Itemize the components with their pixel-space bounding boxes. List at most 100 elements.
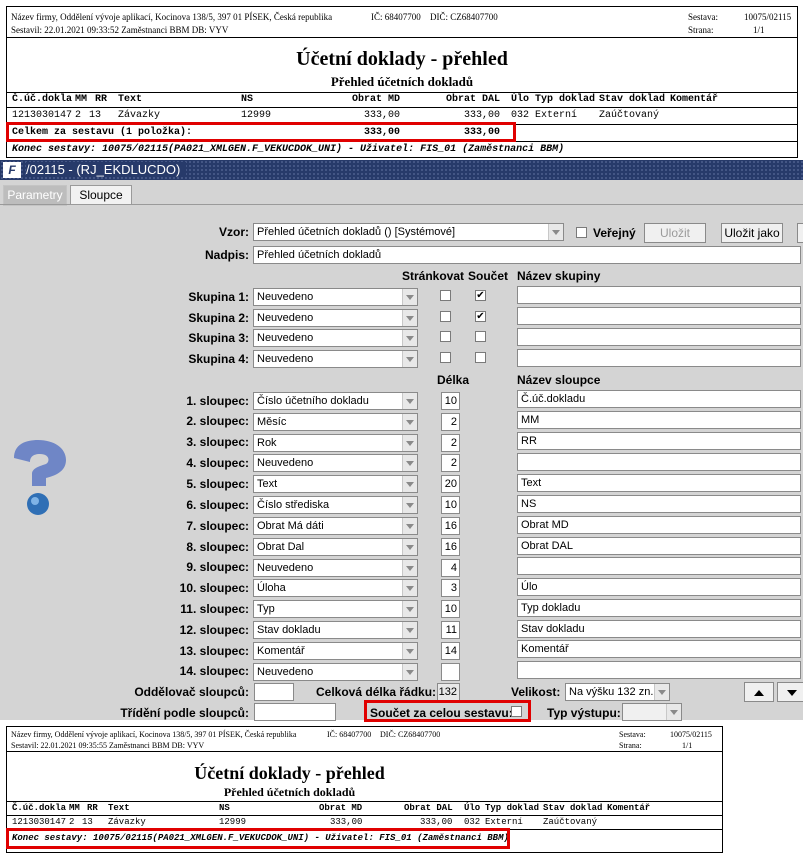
move-down-button[interactable] [777, 682, 803, 702]
form-panel: Parametry Sloupce Vzor: Přehled účetních… [0, 180, 803, 721]
column-8-length[interactable]: 16 [441, 538, 460, 556]
nazev-sloupce-header: Název sloupce [517, 373, 601, 387]
column-11-name-input[interactable]: Typ dokladu [517, 599, 801, 617]
group-4-select[interactable]: Neuvedeno [253, 350, 418, 368]
column-1-name-input[interactable]: Č.úč.dokladu [517, 390, 801, 408]
column-12-name-input[interactable]: Stav dokladu [517, 620, 801, 638]
trideni-input[interactable] [254, 703, 336, 721]
save-as-button[interactable]: Uložit jako [721, 223, 783, 243]
column-12-length[interactable]: 11 [441, 621, 460, 639]
column-6-name-input[interactable]: NS [517, 495, 801, 513]
column-9-length[interactable]: 4 [441, 559, 460, 577]
column-3-select[interactable]: Rok [253, 434, 418, 452]
chevron-down-icon [402, 643, 417, 659]
save-button[interactable]: Uložit [644, 223, 706, 243]
celkova-label: Celková délka řádku: [316, 685, 437, 699]
group-1-name-input[interactable] [517, 286, 801, 304]
oddelovac-label: Oddělovač sloupců: [134, 685, 249, 699]
column-6-length[interactable]: 10 [441, 496, 460, 514]
column-14-select[interactable]: Neuvedeno [253, 663, 418, 681]
chevron-down-icon [402, 393, 417, 409]
column-11-select[interactable]: Typ [253, 600, 418, 618]
nazev-skupiny-header: Název skupiny [517, 269, 601, 283]
report-title: Účetní doklady - přehled [296, 48, 508, 70]
oddelovac-input[interactable] [254, 683, 294, 701]
tab-parametry[interactable]: Parametry [3, 185, 67, 206]
chevron-down-icon [402, 289, 417, 305]
column-3-length[interactable]: 2 [441, 434, 460, 452]
column-3-name-input[interactable]: RR [517, 432, 801, 450]
column-14-name-input[interactable] [517, 661, 801, 679]
verejny-checkbox[interactable] [576, 227, 587, 238]
column-8-select[interactable]: Obrat Dal [253, 538, 418, 556]
group-2-select[interactable]: Neuvedeno [253, 309, 418, 327]
chevron-down-icon [402, 601, 417, 617]
move-up-button[interactable] [744, 682, 774, 702]
trideni-label: Třídění podle sloupců: [120, 706, 249, 720]
column-6-select[interactable]: Číslo střediska [253, 496, 418, 514]
column-5-select[interactable]: Text [253, 475, 418, 493]
group-4-soucet-checkbox[interactable] [475, 352, 486, 363]
column-13-length[interactable]: 14 [441, 642, 460, 660]
column-1-select[interactable]: Číslo účetního dokladu [253, 392, 418, 410]
column-10-length[interactable]: 3 [441, 579, 460, 597]
column-4-name-input[interactable] [517, 453, 801, 471]
group-1-select[interactable]: Neuvedeno [253, 288, 418, 306]
typ-vystupu-select[interactable] [622, 703, 682, 721]
group-3-soucet-checkbox[interactable] [475, 331, 486, 342]
column-9-select[interactable]: Neuvedeno [253, 559, 418, 577]
chevron-down-icon [402, 455, 417, 471]
group-2-strankovat-checkbox[interactable] [440, 311, 451, 322]
column-10-name-input[interactable]: Úlo [517, 578, 801, 596]
group-4-name-input[interactable] [517, 349, 801, 367]
group-4-strankovat-checkbox[interactable] [440, 352, 451, 363]
verejny-label: Veřejný [593, 226, 636, 240]
soucet-header: Součet [468, 269, 509, 283]
column-11-length[interactable]: 10 [441, 600, 460, 618]
column-4-length[interactable]: 2 [441, 454, 460, 472]
column-5-name-input[interactable]: Text [517, 474, 801, 492]
window-title: /02115 - (RJ_EKDLUCDO) [26, 162, 187, 177]
chevron-down-icon [402, 664, 417, 680]
column-2-select[interactable]: Měsíc [253, 413, 418, 431]
column-14-length[interactable] [441, 663, 460, 681]
column-7-name-input[interactable]: Obrat MD [517, 516, 801, 534]
group-2-soucet-checkbox[interactable]: ✔ [475, 311, 486, 322]
group-1-strankovat-checkbox[interactable] [440, 290, 451, 301]
column-8-name-input[interactable]: Obrat DAL [517, 537, 801, 555]
column-7-length[interactable]: 16 [441, 517, 460, 535]
column-2-name-input[interactable]: MM [517, 411, 801, 429]
tab-sloupce[interactable]: Sloupce [70, 185, 132, 205]
report-ic: IČ: 68407700 [371, 12, 421, 22]
group-2-name-input[interactable] [517, 307, 801, 325]
group-3-select[interactable]: Neuvedeno [253, 329, 418, 347]
group-3-strankovat-checkbox[interactable] [440, 331, 451, 342]
vzor-select[interactable]: Přehled účetních dokladů () [Systémové] [253, 223, 564, 241]
chevron-down-icon [666, 704, 681, 720]
column-9-name-input[interactable] [517, 557, 801, 575]
report-company: Název firmy, Oddělení vývoje aplikací, K… [11, 730, 297, 739]
report-sestava-label: Sestava: [619, 730, 646, 739]
group-1-soucet-checkbox[interactable]: ✔ [475, 290, 486, 301]
nadpis-input[interactable]: Přehled účetních dokladů [253, 246, 801, 264]
column-5-length[interactable]: 20 [441, 475, 460, 493]
group-3-name-input[interactable] [517, 328, 801, 346]
highlight-total-row [6, 122, 516, 142]
column-12-select[interactable]: Stav dokladu [253, 621, 418, 639]
chevron-down-icon [402, 580, 417, 596]
typ-vystupu-label: Typ výstupu: [547, 706, 621, 720]
column-13-name-input[interactable]: Komentář [517, 640, 801, 658]
velikost-select[interactable]: Na výšku 132 zn. [565, 683, 670, 701]
column-13-select[interactable]: Komentář [253, 642, 418, 660]
column-2-length[interactable]: 2 [441, 413, 460, 431]
report-dic: DIČ: CZ68407700 [430, 12, 498, 22]
column-7-select[interactable]: Obrat Má dáti [253, 517, 418, 535]
more-button[interactable] [797, 223, 803, 243]
column-1-length[interactable]: 10 [441, 392, 460, 410]
report-sestava-value: 10075/02115 [744, 12, 792, 22]
chevron-down-icon [402, 414, 417, 430]
column-10-select[interactable]: Úloha [253, 579, 418, 597]
report-ic: IČ: 68407700 [327, 730, 372, 739]
column-4-select[interactable]: Neuvedeno [253, 454, 418, 472]
report-strana-label: Strana: [688, 25, 714, 35]
